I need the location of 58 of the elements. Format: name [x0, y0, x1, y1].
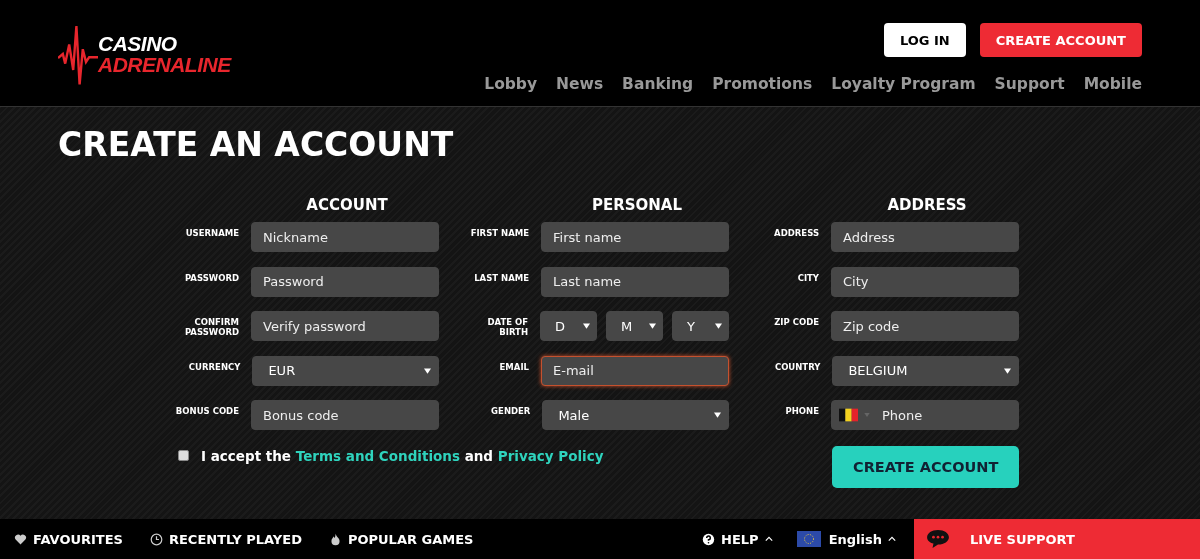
input-field[interactable]: Zip code [831, 311, 1019, 341]
select-field[interactable]: Male [542, 400, 729, 430]
language-selector[interactable]: English [796, 531, 896, 547]
select-field[interactable]: Y [672, 311, 729, 341]
section-heading: ADDRESS [886, 196, 968, 214]
select-field[interactable]: D [540, 311, 597, 341]
nav-link[interactable]: Loyalty Program [831, 75, 976, 93]
input-field[interactable]: E-mail [541, 355, 729, 386]
create-account-button[interactable]: CREATE ACCOUNT [979, 23, 1142, 57]
field-label: BONUS CODE [174, 405, 239, 418]
create-account-button[interactable]: CREATE ACCOUNT [832, 445, 1019, 488]
help-link[interactable]: HELP [702, 531, 773, 547]
input-field[interactable]: Nickname [251, 222, 439, 252]
footer-link[interactable]: RECENTLY PLAYED [149, 531, 302, 547]
terms-link[interactable]: Terms and Conditions [295, 447, 460, 464]
nav-link[interactable]: Lobby [484, 75, 538, 93]
section-heading: ACCOUNT [305, 196, 389, 214]
field-label: ZIP CODE [773, 316, 819, 329]
logo-text: CASINO [98, 33, 178, 54]
field-label: CONFIRM PASSWORD [183, 316, 239, 339]
logo[interactable]: CASINO ADRENALINE [58, 10, 231, 98]
field-label: USERNAME [184, 227, 239, 240]
page-title: CREATE AN ACCOUNT [58, 125, 455, 166]
field-label: CITY [796, 271, 819, 285]
field-label: PHONE [784, 405, 819, 418]
input-field[interactable]: First name [541, 222, 729, 252]
nav-link[interactable]: Promotions [712, 75, 813, 93]
login-button[interactable]: LOG IN [883, 23, 966, 57]
section-heading: PERSONAL [590, 196, 684, 214]
logo-text: ADRENALINE [98, 54, 231, 75]
field-label: DATE OF BIRTH [486, 316, 528, 339]
footer-link[interactable]: FAVOURITES [14, 531, 123, 547]
footer-link[interactable]: POPULAR GAMES [328, 531, 474, 547]
nav-link[interactable]: News [556, 75, 604, 93]
field-label: GENDER [490, 405, 531, 418]
input-field[interactable]: City [831, 266, 1019, 297]
input-field[interactable]: Password [251, 266, 439, 297]
input-field[interactable]: Last name [541, 266, 729, 297]
nav-link[interactable]: Banking [622, 75, 694, 93]
field-label: COUNTRY [773, 360, 821, 374]
terms-text: I accept the Terms and Conditions and Privacy Policy [201, 447, 604, 464]
privacy-link[interactable]: Privacy Policy [497, 447, 604, 464]
input-field[interactable]: Address [831, 222, 1019, 252]
nav-link[interactable]: Mobile [1083, 75, 1142, 93]
live-support-button[interactable]: LIVE SUPPORT [914, 519, 1200, 559]
field-label: EMAIL [498, 360, 529, 374]
input-field[interactable]: Verify password [251, 311, 439, 341]
field-label: LAST NAME [473, 271, 529, 285]
field-label: FIRST NAME [469, 227, 529, 240]
nav-link[interactable]: Support [994, 75, 1065, 93]
field-label: CURRENCY [187, 360, 241, 374]
select-field[interactable]: BELGIUM [832, 355, 1019, 386]
input-field[interactable]: Bonus code [251, 400, 439, 430]
select-field[interactable]: M [606, 311, 663, 341]
phone-field[interactable]: Phone [831, 400, 1019, 430]
field-label: PASSWORD [183, 271, 239, 285]
field-label: ADDRESS [773, 227, 819, 240]
select-field[interactable]: EUR [252, 355, 439, 386]
